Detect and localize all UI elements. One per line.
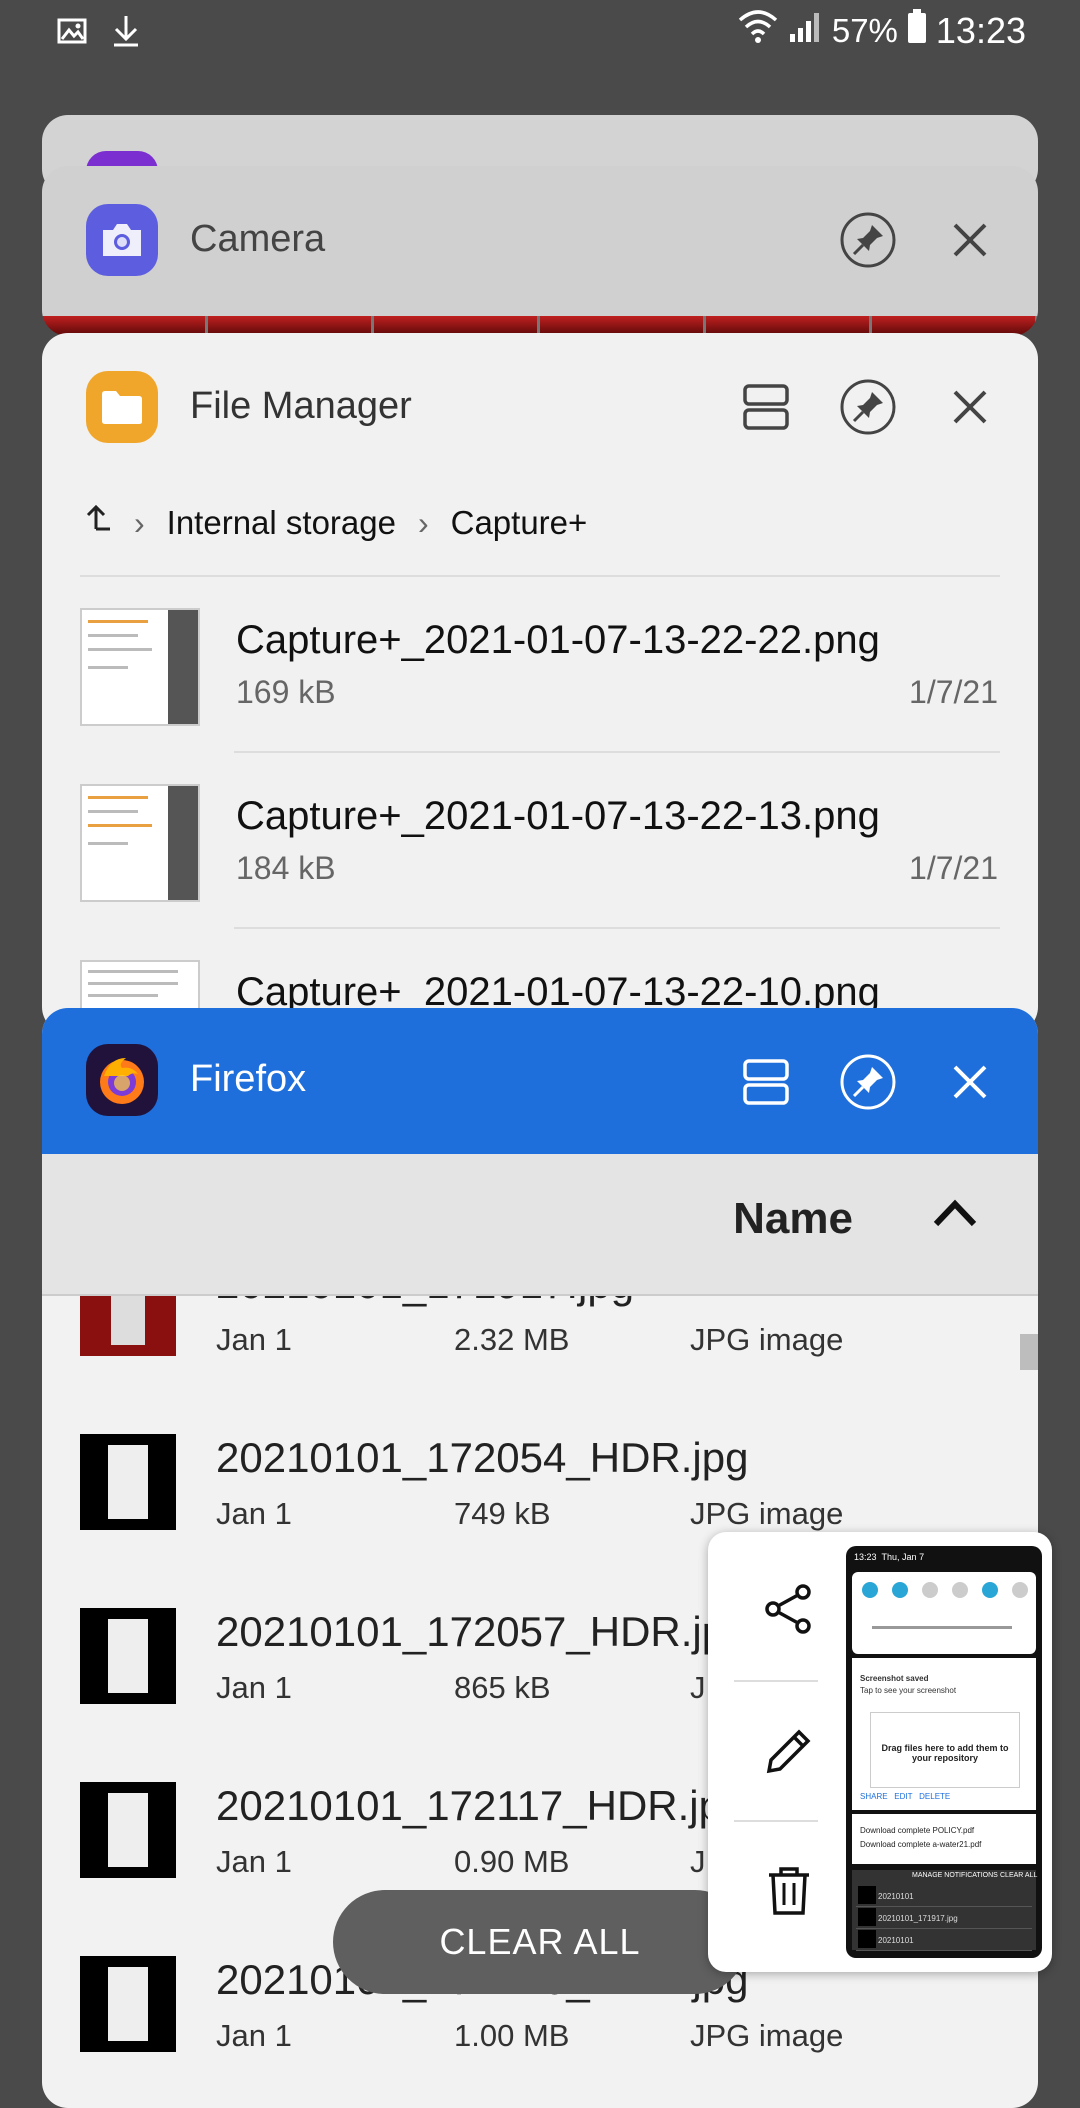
close-button[interactable] — [940, 210, 1000, 270]
pin-icon — [840, 379, 896, 435]
divider — [80, 575, 1000, 577]
share-button[interactable] — [734, 1542, 844, 1676]
close-button[interactable] — [940, 377, 1000, 437]
file-size: 184 kB — [236, 850, 336, 886]
wifi-icon — [736, 8, 780, 53]
screenshot-preview[interactable]: 13:23 Thu, Jan 7 Screenshot saved Tap to… — [846, 1546, 1042, 1958]
list-item[interactable]: 20210101_171917.jpg Jan 1 2.32 MB JPG im… — [42, 1296, 1038, 1400]
file-type: JPG image — [690, 1322, 844, 1357]
share-icon — [765, 1584, 811, 1634]
recent-app-card-file-manager[interactable]: File Manager › Internal storage › Captur… — [42, 333, 1038, 1033]
breadcrumb: › Internal storage › Capture+ — [82, 493, 1002, 553]
app-title: Firefox — [190, 1058, 307, 1100]
folder-icon — [86, 371, 158, 443]
preview-list: MANAGE NOTIFICATIONS CLEAR ALL 20210101 … — [852, 1870, 1037, 1951]
close-icon — [953, 223, 987, 257]
sort-bar: Name — [42, 1154, 1038, 1296]
close-icon — [953, 390, 987, 424]
file-row[interactable]: Capture+_2021-01-07-13-22-13.png 184 kB … — [42, 754, 1038, 930]
file-date: Jan 1 — [216, 1844, 292, 1879]
gallery-icon — [56, 15, 88, 52]
preview-downloads: Download complete POLICY.pdf Download co… — [852, 1814, 1036, 1864]
close-button[interactable] — [940, 1052, 1000, 1112]
divider — [234, 927, 1000, 929]
preview-status: 13:23 Thu, Jan 7 — [854, 1552, 925, 1562]
close-icon — [953, 1065, 987, 1099]
breadcrumb-item[interactable]: Internal storage — [167, 504, 396, 542]
delete-icon — [769, 1867, 809, 1915]
file-thumbnail — [80, 1956, 176, 2052]
file-size: 749 kB — [454, 1496, 551, 1531]
split-screen-button[interactable] — [736, 1052, 796, 1112]
file-thumbnail — [80, 1434, 176, 1530]
firefox-card-header: Firefox — [42, 1008, 1038, 1154]
file-name: 20210101_172057_HDR.jpg — [216, 1608, 749, 1655]
file-size: 2.32 MB — [454, 1322, 570, 1357]
file-name: Capture+_2021-01-07-13-22-22.png — [236, 618, 880, 662]
file-name: 20210101_172117_HDR.jpg — [216, 1782, 746, 1829]
file-size: 865 kB — [454, 1670, 551, 1705]
chevron-right-icon: › — [417, 504, 429, 541]
file-date: Jan 1 — [216, 2018, 292, 2053]
signal-icon — [788, 8, 824, 53]
file-row[interactable]: Capture+_2021-01-07-13-22-22.png 169 kB … — [42, 578, 1038, 754]
battery-icon — [906, 8, 928, 53]
sort-ascending-icon[interactable] — [930, 1192, 980, 1237]
app-title: File Manager — [190, 385, 412, 427]
app-title: Camera — [190, 218, 326, 260]
pin-icon — [840, 212, 896, 268]
sort-label[interactable]: Name — [733, 1194, 853, 1244]
pin-button[interactable] — [838, 1052, 898, 1112]
delete-button[interactable] — [734, 1824, 844, 1958]
file-thumbnail — [80, 784, 200, 902]
download-icon — [110, 14, 142, 53]
file-size: 1.00 MB — [454, 2018, 570, 2053]
file-date: 1/7/21 — [909, 850, 998, 886]
file-name: 20210101_171917.jpg — [216, 1296, 634, 1308]
up-arrow-icon[interactable] — [82, 503, 112, 543]
camera-icon — [86, 204, 158, 276]
divider — [234, 751, 1000, 753]
file-date: Jan 1 — [216, 1496, 292, 1531]
clear-all-button[interactable]: CLEAR ALL — [333, 1890, 747, 1994]
firefox-icon — [86, 1044, 158, 1116]
split-screen-button[interactable] — [736, 377, 796, 437]
split-screen-icon — [743, 384, 789, 430]
file-thumbnail — [80, 1782, 176, 1878]
file-type: JPG image — [690, 2018, 844, 2053]
chevron-right-icon: › — [134, 504, 145, 541]
file-thumbnail — [80, 1608, 176, 1704]
battery-percent: 57% — [831, 11, 898, 49]
preview-quick-settings — [852, 1572, 1036, 1654]
screenshot-toolbar: 13:23 Thu, Jan 7 Screenshot saved Tap to… — [708, 1532, 1052, 1972]
edit-button[interactable] — [734, 1684, 844, 1818]
file-size: 0.90 MB — [454, 1844, 570, 1879]
pin-button[interactable] — [838, 210, 898, 270]
divider — [734, 1680, 818, 1682]
file-type: JPG image — [690, 1496, 844, 1531]
file-thumbnail — [80, 1296, 176, 1356]
file-date: Jan 1 — [216, 1670, 292, 1705]
edit-icon — [766, 1729, 811, 1774]
pin-icon — [840, 1054, 896, 1110]
status-bar: 57% 13:23 — [0, 0, 1080, 64]
pin-button[interactable] — [838, 377, 898, 437]
file-date: Jan 1 — [216, 1322, 292, 1357]
file-name: 20210101_172054_HDR.jpg — [216, 1434, 749, 1481]
recent-app-card-camera[interactable]: Camera — [42, 166, 1038, 336]
file-size: 169 kB — [236, 674, 336, 710]
breadcrumb-item[interactable]: Capture+ — [451, 504, 588, 542]
file-name: Capture+_2021-01-07-13-22-13.png — [236, 794, 880, 838]
divider — [734, 1820, 818, 1822]
file-thumbnail — [80, 608, 200, 726]
clock: 13:23 — [935, 9, 1026, 51]
file-date: 1/7/21 — [909, 674, 998, 710]
preview-notification: Screenshot saved Tap to see your screens… — [852, 1658, 1036, 1810]
split-screen-icon — [743, 1059, 789, 1105]
